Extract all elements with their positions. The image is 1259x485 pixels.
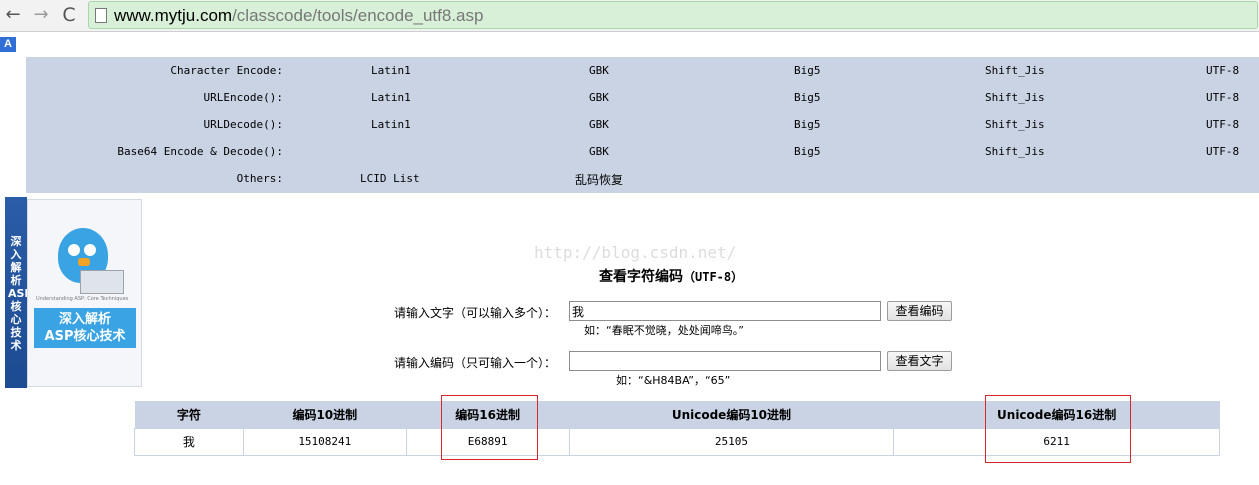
bird-eye [84,244,96,256]
link-gbk[interactable]: GBK [589,91,609,104]
view-text-button[interactable]: 查看文字 [887,351,952,371]
book-title: 深入解析 ASP核心技术 [34,308,136,348]
cell-unicode-decimal: 25105 [568,427,895,456]
link-latin1[interactable]: Latin1 [371,118,411,131]
link-gbk[interactable]: GBK [589,118,609,131]
link-gbk[interactable]: GBK [589,64,609,77]
text-input-label: 请输入文字（可以输入多个）： [394,306,557,320]
menu-row-character-encode: Character Encode: Latin1 GBK Big5 Shift_… [26,61,1259,81]
link-utf8[interactable]: UTF-8 [1206,118,1239,131]
link-shift-jis[interactable]: Shift_Jis [985,118,1045,131]
browser-toolbar: ← → C www.mytju.com/classcode/tools/enco… [0,0,1259,32]
link-garbled-recovery[interactable]: 乱码恢复 [575,171,623,188]
url-host: www.mytju.com [114,6,233,25]
book-spine-text: 深入解析ASP核心技术 [8,235,33,352]
menu-row-base64: Base64 Encode & Decode(): GBK Big5 Shift… [26,142,1259,162]
link-big5[interactable]: Big5 [794,64,821,77]
header-unicode-decimal: Unicode编码10进制 [569,401,894,428]
header-character: 字符 [134,401,244,428]
highlight-box-unicode-hex [985,395,1131,463]
header-code-decimal: 编码10进制 [243,401,407,428]
cell-code-decimal: 15108241 [242,427,407,456]
encoding-menu: Character Encode: Latin1 GBK Big5 Shift_… [26,57,1259,193]
link-utf8[interactable]: UTF-8 [1206,91,1239,104]
link-latin1[interactable]: Latin1 [371,91,411,104]
address-bar[interactable]: www.mytju.com/classcode/tools/encode_utf… [88,1,1258,29]
menu-row-label: URLEncode(): [203,91,283,104]
book-title-line1: 深入解析 [58,312,111,327]
link-utf8[interactable]: UTF-8 [1206,64,1239,77]
page-title-sub: （UTF-8） [683,270,744,284]
url-text[interactable]: www.mytju.com/classcode/tools/encode_utf… [114,6,483,26]
page-title-main: 查看字符编码 [599,269,683,285]
text-input-hint: 如：“春眠不觉晓，处处闻啼鸟。” [584,324,744,337]
menu-row-label: URLDecode(): [203,118,283,131]
forward-icon[interactable]: → [30,4,52,26]
view-code-button[interactable]: 查看编码 [887,301,952,321]
link-utf8[interactable]: UTF-8 [1206,145,1239,158]
link-big5[interactable]: Big5 [794,118,821,131]
book-cover: Understanding ASP: Core Techniques 深入解析 … [27,199,142,387]
code-input[interactable] [569,351,881,371]
menu-row-others: Others: LCID List 乱码恢复 [26,169,1259,189]
menu-row-label: Base64 Encode & Decode(): [117,145,283,158]
laptop-icon [80,270,124,294]
link-shift-jis[interactable]: Shift_Jis [985,91,1045,104]
page-title: 查看字符编码（UTF-8） [599,266,743,286]
text-input[interactable] [569,301,881,321]
page-icon [95,8,107,23]
book-title-line2: ASP核心技术 [44,329,126,344]
book-subtitle: Understanding ASP: Core Techniques [36,296,129,302]
highlight-box-code-hex [441,395,538,460]
book-ad[interactable]: 深入解析ASP核心技术 Understanding ASP: Core Tech… [5,197,142,388]
link-gbk[interactable]: GBK [589,145,609,158]
book-spine: 深入解析ASP核心技术 [5,197,33,388]
menu-row-urlencode: URLEncode(): Latin1 GBK Big5 Shift_Jis U… [26,88,1259,108]
link-shift-jis[interactable]: Shift_Jis [985,145,1045,158]
back-icon[interactable]: ← [2,4,24,26]
url-path: /classcode/tools/encode_utf8.asp [232,6,484,25]
bird-beak [78,258,90,266]
menu-row-urldecode: URLDecode(): Latin1 GBK Big5 Shift_Jis U… [26,115,1259,135]
bird-eye [68,244,80,256]
link-lcid-list[interactable]: LCID List [360,172,420,185]
menu-row-label: Character Encode: [170,64,283,77]
link-shift-jis[interactable]: Shift_Jis [985,64,1045,77]
watermark: http://blog.csdn.net/ [534,243,737,262]
reload-icon[interactable]: C [58,4,80,26]
link-big5[interactable]: Big5 [794,91,821,104]
code-input-hint: 如：“&H84BA”，“65” [616,374,731,387]
code-input-label: 请输入编码（只可输入一个）： [394,356,557,370]
menu-row-label: Others: [236,172,283,185]
translate-icon[interactable]: A [0,37,16,52]
link-latin1[interactable]: Latin1 [371,64,411,77]
cell-character: 我 [134,427,244,456]
link-big5[interactable]: Big5 [794,145,821,158]
